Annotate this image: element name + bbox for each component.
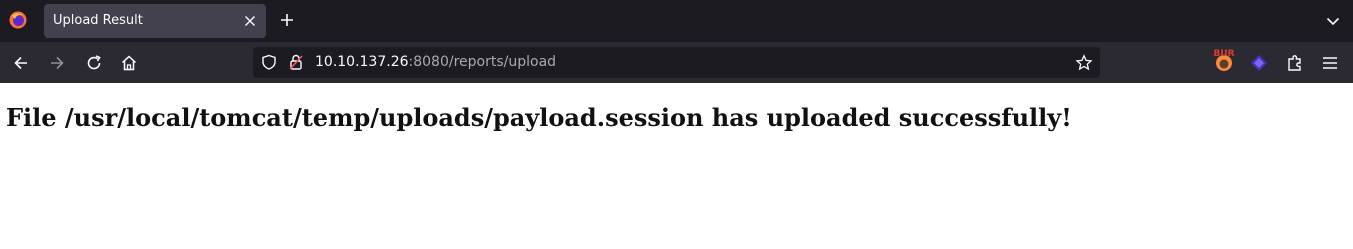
- tab-upload-result[interactable]: Upload Result: [44, 4, 266, 38]
- upload-result-message: File /usr/local/tomcat/temp/uploads/payl…: [6, 103, 1072, 132]
- chevron-down-icon[interactable]: [1325, 13, 1341, 29]
- back-icon[interactable]: [12, 54, 30, 72]
- url-path: :8080/reports/upload: [408, 54, 557, 70]
- burp-label: BUR: [1213, 49, 1234, 59]
- burp-extension-icon[interactable]: BUR: [1212, 48, 1236, 72]
- address-bar[interactable]: 10.10.137.26:8080/reports/upload: [253, 47, 1100, 78]
- foxyproxy-extension-icon[interactable]: [1249, 53, 1269, 73]
- tab-bar: Upload Result: [0, 0, 1353, 42]
- tab-title: Upload Result: [53, 13, 143, 28]
- extensions-puzzle-icon[interactable]: [1285, 53, 1305, 73]
- shield-icon[interactable]: [261, 54, 277, 70]
- forward-icon[interactable]: [48, 54, 66, 72]
- home-icon[interactable]: [120, 54, 138, 72]
- url-field[interactable]: 10.10.137.26:8080/reports/upload: [315, 54, 556, 70]
- url-host: 10.10.137.26: [315, 54, 409, 70]
- close-icon[interactable]: [242, 13, 258, 29]
- new-tab-icon[interactable]: [279, 12, 295, 28]
- firefox-logo-icon[interactable]: [9, 11, 27, 29]
- navigation-toolbar: 10.10.137.26:8080/reports/upload BUR: [0, 42, 1353, 83]
- bookmark-star-icon[interactable]: [1075, 54, 1093, 72]
- page-content: File /usr/local/tomcat/temp/uploads/payl…: [0, 83, 1353, 152]
- menu-icon[interactable]: [1320, 53, 1340, 73]
- insecure-lock-icon[interactable]: [288, 54, 304, 70]
- reload-icon[interactable]: [85, 54, 103, 72]
